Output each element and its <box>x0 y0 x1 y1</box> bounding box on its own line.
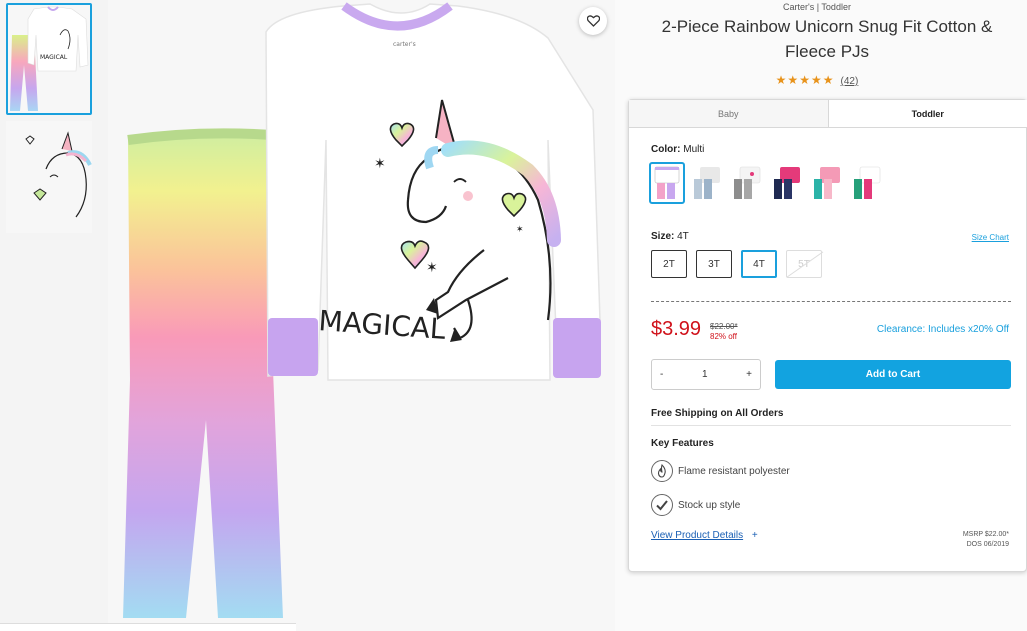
clearance-note: Clearance: Includes x20% Off <box>876 324 1009 335</box>
product-details-row: View Product Details + <box>651 530 758 541</box>
add-to-cart-button[interactable]: Add to Cart <box>775 360 1011 389</box>
star-rating-icon: ★★★★★ <box>775 73 835 87</box>
size-range-tabs: Baby Toddler <box>629 100 1027 128</box>
heart-icon <box>586 15 600 27</box>
quantity-stepper: - 1 + <box>651 359 761 390</box>
feature-label-stock-up: Stock up style <box>678 499 741 511</box>
swatch-thumbnail <box>774 167 800 199</box>
quantity-decrease-button[interactable]: - <box>660 369 663 380</box>
purchase-card: Baby Toddler Color: Multi Size: 4T Size … <box>628 99 1027 572</box>
swatch-thumbnail <box>854 166 881 199</box>
unicorn-pajama-illustration: carter's ✶ ✶ ✶ MAGICAL <box>123 2 601 619</box>
percent-off: 82% off <box>710 332 737 341</box>
view-product-details-link[interactable]: View Product Details <box>651 530 743 541</box>
swatch-thumbnail <box>814 167 840 199</box>
size-options: 2T 3T 4T 5T <box>651 250 822 278</box>
tab-baby[interactable]: Baby <box>629 100 829 127</box>
original-price: $22.00* <box>710 322 738 331</box>
dos-value: DOS 06/2019 <box>966 541 1009 548</box>
flame-icon <box>651 460 673 482</box>
svg-text:✶: ✶ <box>374 156 386 172</box>
expand-details-icon[interactable]: + <box>752 530 758 541</box>
thumbnail-1-selected[interactable]: MAGICAL <box>6 3 92 115</box>
gallery-footer-strip <box>0 623 296 631</box>
color-label: Color: <box>651 144 681 155</box>
swatch-thumbnail <box>694 167 720 199</box>
checkmark-icon <box>651 494 673 516</box>
key-features-heading: Key Features <box>651 438 714 449</box>
color-swatches <box>649 162 885 204</box>
color-swatch-navy-pink[interactable] <box>769 162 805 204</box>
color-swatch-pink-teal[interactable] <box>809 162 845 204</box>
shipping-note: Free Shipping on All Orders <box>651 408 784 419</box>
color-value: Multi <box>683 144 705 155</box>
color-swatch-grey-pattern[interactable] <box>689 162 725 204</box>
size-option-5t-unavailable[interactable]: 5T <box>786 250 822 278</box>
size-value: 4T <box>677 231 689 242</box>
msrp-info: MSRP $22.00* DOS 06/2019 <box>963 530 1009 550</box>
svg-text:✶: ✶ <box>516 225 524 235</box>
review-count-link[interactable]: (42) <box>841 76 859 87</box>
brand-breadcrumb[interactable]: Carter's | Toddler <box>615 2 1019 12</box>
quantity-input[interactable]: 1 <box>702 369 708 380</box>
shirt-tag: carter's <box>393 41 416 48</box>
size-chart-link[interactable]: Size Chart <box>972 233 1009 242</box>
feature-label-flame: Flame resistant polyester <box>678 465 790 477</box>
swatch-thumbnail <box>654 166 680 199</box>
sale-price: $3.99 <box>651 318 702 340</box>
feature-item-flame: Flame resistant polyester <box>651 460 790 482</box>
product-title: 2-Piece Rainbow Unicorn Snug Fit Cotton … <box>661 17 993 61</box>
shipping-divider <box>651 425 1011 426</box>
main-product-image: carter's ✶ ✶ ✶ MAGICAL <box>108 0 615 631</box>
msrp-value: MSRP $22.00* <box>962 531 1009 538</box>
thumbnail-pajama-image: MAGICAL <box>10 6 89 111</box>
product-info-panel: Carter's | Toddler 2-Piece Rainbow Unico… <box>615 0 1027 631</box>
rating-row: ★★★★★ (42) <box>615 73 1019 87</box>
size-option-2t[interactable]: 2T <box>651 250 687 278</box>
size-label: Size: <box>651 231 675 242</box>
color-label-row: Color: Multi <box>651 144 704 155</box>
quantity-increase-button[interactable]: + <box>746 369 752 380</box>
thumbnail-2[interactable] <box>6 121 92 233</box>
svg-text:MAGICAL: MAGICAL <box>40 54 68 61</box>
svg-text:✶: ✶ <box>426 260 438 276</box>
feature-item-stock-up: Stock up style <box>651 494 740 516</box>
size-option-4t[interactable]: 4T <box>741 250 777 278</box>
price-divider <box>651 301 1011 302</box>
color-swatch-rainbow-unicorn[interactable] <box>649 162 685 204</box>
product-gallery: MAGICAL carter's ✶ ✶ ✶ MAGICAL <box>0 0 615 631</box>
size-option-3t[interactable]: 3T <box>696 250 732 278</box>
swatch-thumbnail <box>734 166 761 199</box>
size-label-row: Size: 4T <box>651 231 689 242</box>
color-swatch-grey-stripe[interactable] <box>729 162 765 204</box>
color-swatch-green-pink[interactable] <box>849 162 885 204</box>
thumbnail-unicorn-closeup <box>6 121 92 233</box>
tab-toddler[interactable]: Toddler <box>828 100 1027 127</box>
favorite-button[interactable] <box>579 7 607 35</box>
